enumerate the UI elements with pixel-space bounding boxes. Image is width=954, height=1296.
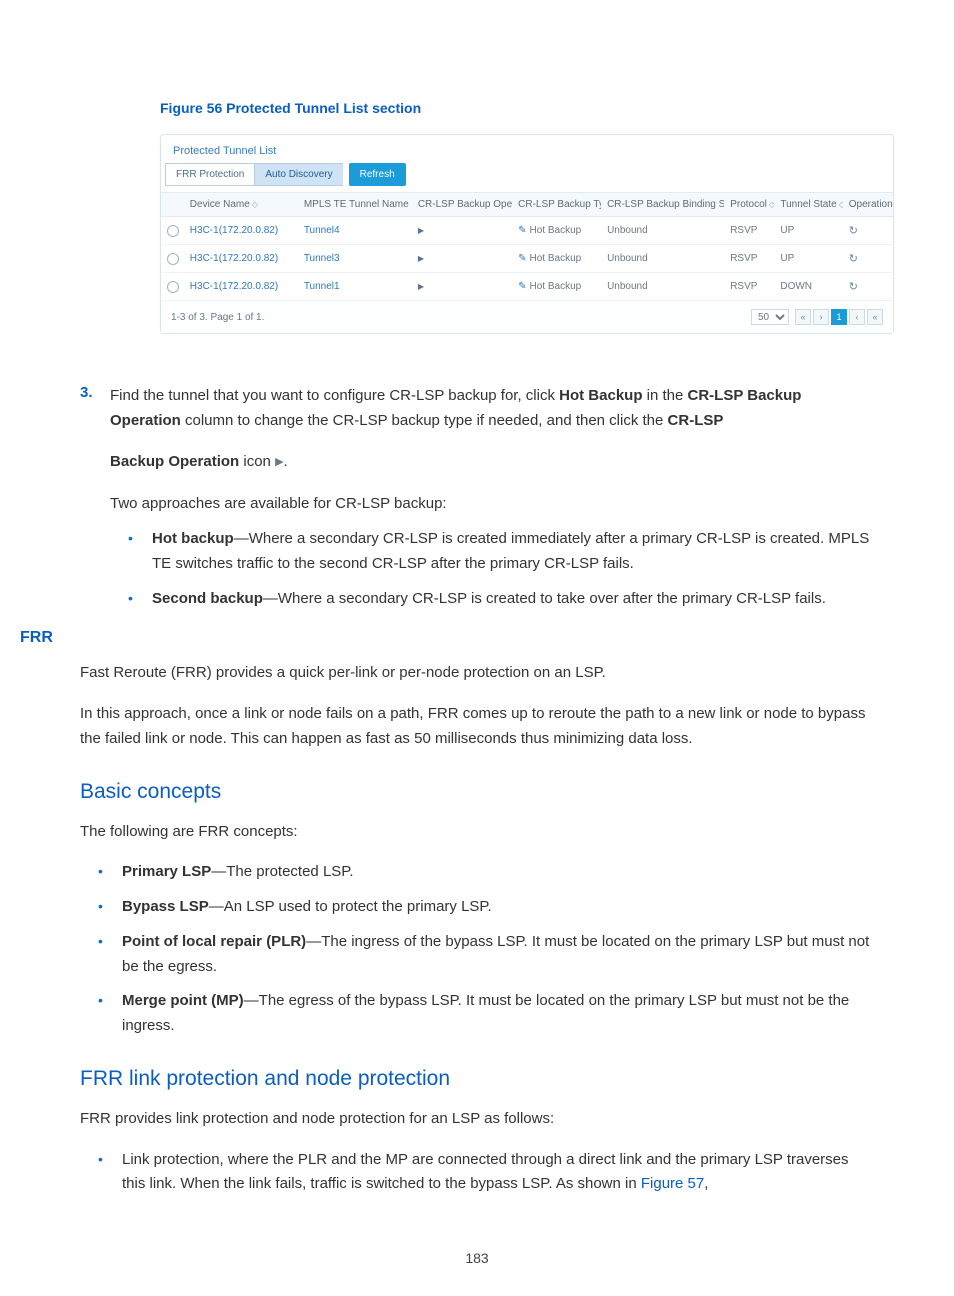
table-row: H3C-1(172.20.0.82) Tunnel3 ▶ ✎Hot Backup…: [161, 245, 893, 273]
binding-state-cell: Unbound: [601, 273, 724, 301]
frr-link-list: Link protection, where the PLR and the M…: [98, 1148, 874, 1198]
protocol-cell: RSVP: [724, 273, 774, 301]
binding-state-cell: Unbound: [601, 245, 724, 273]
binding-state-cell: Unbound: [601, 217, 724, 245]
page-size-select[interactable]: 50: [751, 309, 789, 325]
frr-link-protection-heading: FRR link protection and node protection: [80, 1067, 874, 1091]
backup-type-cell[interactable]: ✎Hot Backup: [512, 217, 601, 245]
tabs-row: FRR Protection Auto Discovery Refresh: [165, 163, 893, 186]
figure-caption: Figure 56 Protected Tunnel List section: [160, 100, 874, 116]
tunnel-link[interactable]: Tunnel4: [304, 225, 340, 236]
basic-concepts-heading: Basic concepts: [80, 780, 874, 804]
row-radio[interactable]: [167, 253, 179, 265]
list-item: Merge point (MP)—The egress of the bypas…: [98, 989, 874, 1039]
device-link[interactable]: H3C-1(172.20.0.82): [190, 281, 278, 292]
row-radio[interactable]: [167, 281, 179, 293]
list-item: Link protection, where the PLR and the M…: [98, 1148, 874, 1198]
row-refresh-icon[interactable]: ↻: [849, 225, 858, 237]
tunnel-state-cell: DOWN: [774, 273, 842, 301]
tunnel-state-cell: UP: [774, 217, 842, 245]
sort-desc-icon: ▾: [411, 200, 412, 209]
step-3: 3. Find the tunnel that you want to conf…: [80, 384, 874, 474]
row-refresh-icon[interactable]: ↻: [849, 253, 858, 265]
panel-title: Protected Tunnel List: [161, 135, 893, 163]
col-operation: Operation: [843, 193, 893, 217]
col-tunnel-name[interactable]: MPLS TE Tunnel Name ▾: [298, 193, 412, 217]
basic-concepts-list: Primary LSP—The protected LSP. Bypass LS…: [98, 860, 874, 1039]
backup-operation-icon[interactable]: ▶: [418, 226, 424, 235]
figure-57-link[interactable]: Figure 57: [641, 1175, 704, 1192]
col-tunnel-state[interactable]: Tunnel State◇: [774, 193, 842, 217]
backup-type-cell[interactable]: ✎Hot Backup: [512, 273, 601, 301]
col-backup-operation[interactable]: CR-LSP Backup Operation◇: [412, 193, 512, 217]
tab-frr-protection[interactable]: FRR Protection: [165, 163, 254, 186]
tunnel-table: Device Name◇ MPLS TE Tunnel Name ▾ CR-LS…: [161, 192, 893, 301]
pager-first[interactable]: «: [795, 309, 811, 325]
document-body: 3. Find the tunnel that you want to conf…: [80, 384, 874, 1197]
footer-status: 1-3 of 3. Page 1 of 1.: [171, 312, 264, 323]
frr-paragraph-2: In this approach, once a link or node fa…: [80, 702, 874, 752]
page-number: 183: [0, 1250, 954, 1266]
pager: 50 « › 1 ‹ «: [751, 309, 883, 325]
step-text: Find the tunnel that you want to configu…: [110, 384, 874, 474]
step-number: 3.: [80, 384, 110, 401]
pager-next[interactable]: ‹: [849, 309, 865, 325]
protocol-cell: RSVP: [724, 245, 774, 273]
edit-icon: ✎: [518, 253, 526, 264]
list-item: Hot backup—Where a secondary CR-LSP is c…: [128, 527, 874, 577]
backup-operation-icon[interactable]: ▶: [418, 254, 424, 263]
refresh-button[interactable]: Refresh: [349, 163, 406, 186]
protected-tunnel-list-panel: Protected Tunnel List FRR Protection Aut…: [160, 134, 894, 334]
tab-auto-discovery[interactable]: Auto Discovery: [254, 163, 342, 186]
basic-concepts-intro: The following are FRR concepts:: [80, 820, 874, 845]
edit-icon: ✎: [518, 225, 526, 236]
col-protocol[interactable]: Protocol◇: [724, 193, 774, 217]
list-item: Bypass LSP—An LSP used to protect the pr…: [98, 895, 874, 920]
frr-link-intro: FRR provides link protection and node pr…: [80, 1107, 874, 1132]
table-row: H3C-1(172.20.0.82) Tunnel1 ▶ ✎Hot Backup…: [161, 273, 893, 301]
pager-prev[interactable]: ›: [813, 309, 829, 325]
frr-heading: FRR: [20, 629, 874, 647]
backup-operation-icon[interactable]: ▶: [418, 282, 424, 291]
backup-type-cell[interactable]: ✎Hot Backup: [512, 245, 601, 273]
list-item: Point of local repair (PLR)—The ingress …: [98, 930, 874, 980]
row-radio[interactable]: [167, 225, 179, 237]
panel-footer: 1-3 of 3. Page 1 of 1. 50 « › 1 ‹ «: [161, 301, 893, 333]
edit-icon: ✎: [518, 281, 526, 292]
device-link[interactable]: H3C-1(172.20.0.82): [190, 225, 278, 236]
col-backup-type: CR-LSP Backup Type: [512, 193, 601, 217]
pager-last[interactable]: «: [867, 309, 883, 325]
col-binding-state[interactable]: CR-LSP Backup Binding State◇: [601, 193, 724, 217]
row-refresh-icon[interactable]: ↻: [849, 281, 858, 293]
list-item: Primary LSP—The protected LSP.: [98, 860, 874, 885]
sort-icon: ◇: [252, 200, 258, 209]
tunnel-state-cell: UP: [774, 245, 842, 273]
device-link[interactable]: H3C-1(172.20.0.82): [190, 253, 278, 264]
list-item: Second backup—Where a secondary CR-LSP i…: [128, 587, 874, 612]
pager-current[interactable]: 1: [831, 309, 847, 325]
frr-paragraph-1: Fast Reroute (FRR) provides a quick per-…: [80, 661, 874, 686]
tunnel-link[interactable]: Tunnel1: [304, 281, 340, 292]
tunnel-link[interactable]: Tunnel3: [304, 253, 340, 264]
table-row: H3C-1(172.20.0.82) Tunnel4 ▶ ✎Hot Backup…: [161, 217, 893, 245]
protocol-cell: RSVP: [724, 217, 774, 245]
approaches-intro: Two approaches are available for CR-LSP …: [110, 492, 874, 517]
play-icon: ▶: [275, 453, 283, 471]
col-device-name[interactable]: Device Name◇: [184, 193, 298, 217]
table-header-row: Device Name◇ MPLS TE Tunnel Name ▾ CR-LS…: [161, 193, 893, 217]
approaches-list: Hot backup—Where a secondary CR-LSP is c…: [128, 527, 874, 611]
